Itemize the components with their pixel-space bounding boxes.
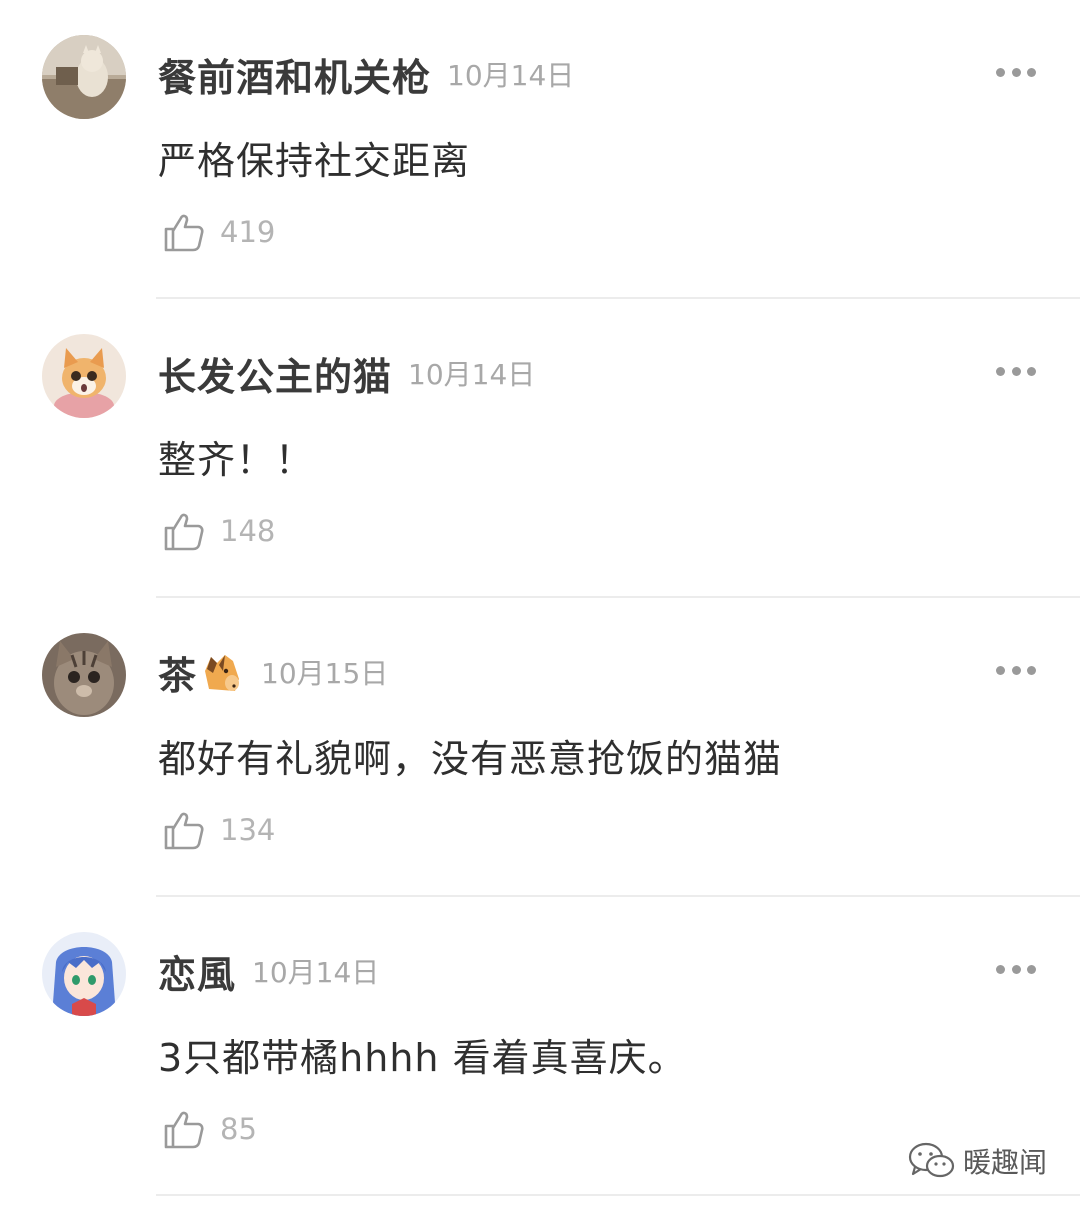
horse-face-emoji-icon	[199, 649, 245, 695]
comment-header: 恋風 10月14日	[158, 945, 379, 997]
comment-header: 餐前酒和机关枪 10月14日	[158, 48, 574, 100]
watermark-text: 暖趣闻	[963, 1146, 1048, 1179]
username[interactable]: 茶	[158, 645, 197, 700]
avatar[interactable]	[42, 633, 126, 717]
thumbs-up-icon	[162, 808, 206, 852]
like-button[interactable]: 148	[162, 507, 275, 555]
avatar[interactable]	[42, 932, 126, 1016]
tabby-cat-avatar	[42, 633, 126, 717]
thumbs-up-icon	[162, 509, 206, 553]
username[interactable]: 长发公主的猫	[158, 346, 392, 401]
comment-item: 茶 10月15日 都好有礼貌啊，没有恶意抢饭的猫猫 134	[0, 598, 1080, 897]
thumbs-up-icon	[162, 1107, 206, 1151]
comment-text: 3只都带橘hhhh 看着真喜庆。	[158, 1036, 687, 1080]
comment-text: 严格保持社交距离	[158, 139, 471, 183]
watermark: 暖趣闻	[907, 1140, 1047, 1182]
like-count: 85	[220, 1112, 257, 1146]
comment-date: 10月14日	[252, 956, 380, 989]
like-button[interactable]: 85	[162, 1105, 257, 1153]
comment-date: 10月14日	[408, 358, 536, 391]
comment-text: 整齐！！	[158, 438, 315, 482]
comment-text: 都好有礼貌啊，没有恶意抢饭的猫猫	[158, 737, 783, 781]
avatar[interactable]	[42, 35, 126, 119]
username[interactable]: 恋風	[158, 944, 236, 999]
cat-photo-avatar	[42, 35, 126, 119]
like-count: 148	[220, 514, 276, 548]
anime-girl-avatar	[42, 932, 126, 1016]
comment-date: 10月15日	[261, 657, 389, 690]
more-options-icon[interactable]	[996, 962, 1036, 976]
more-options-icon[interactable]	[996, 65, 1036, 79]
divider	[156, 1194, 1080, 1196]
more-options-icon[interactable]	[996, 663, 1036, 677]
kitten-photo-avatar	[42, 334, 126, 418]
like-count: 419	[220, 215, 276, 249]
wechat-icon	[907, 1141, 957, 1181]
thumbs-up-icon	[162, 210, 206, 254]
comment-feed: 餐前酒和机关枪 10月14日 严格保持社交距离 419 长发公主的猫 10月14…	[0, 0, 1080, 1209]
username[interactable]: 餐前酒和机关枪	[158, 47, 431, 102]
comment-item: 长发公主的猫 10月14日 整齐！！ 148	[0, 299, 1080, 598]
comment-date: 10月14日	[447, 59, 575, 92]
more-options-icon[interactable]	[996, 364, 1036, 378]
like-button[interactable]: 419	[162, 208, 275, 256]
comment-item: 餐前酒和机关枪 10月14日 严格保持社交距离 419	[0, 0, 1080, 299]
comment-header: 长发公主的猫 10月14日	[158, 347, 535, 399]
comment-header: 茶 10月15日	[158, 646, 388, 698]
like-button[interactable]: 134	[162, 806, 275, 854]
avatar[interactable]	[42, 334, 126, 418]
like-count: 134	[220, 813, 276, 847]
